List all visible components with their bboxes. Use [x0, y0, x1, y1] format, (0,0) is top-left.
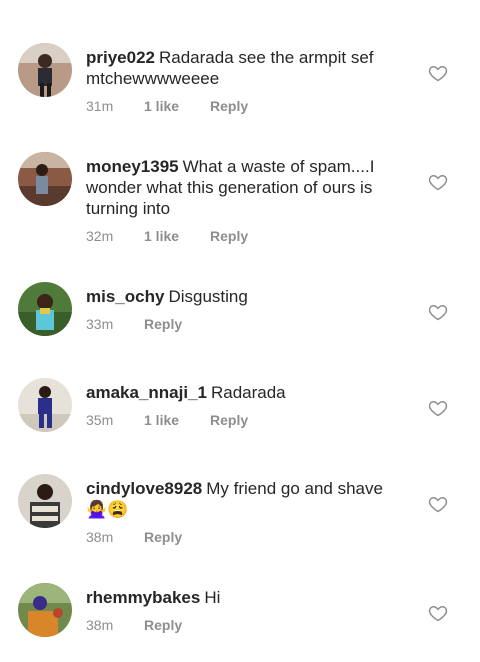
comment-time: 38m: [86, 617, 114, 633]
heart-icon[interactable]: [428, 63, 448, 83]
comment-likes[interactable]: 1 like: [144, 98, 210, 114]
reply-button[interactable]: Reply: [144, 529, 182, 545]
comment-username[interactable]: mis_ochy: [86, 287, 164, 306]
comment-meta: 35m 1 like Reply: [86, 412, 248, 428]
comment-time: 38m: [86, 529, 114, 545]
reply-button[interactable]: Reply: [144, 316, 182, 332]
comment-body: priye022 Radarada see the armpit sef mtch…: [86, 47, 404, 89]
comment-text: Hi: [204, 588, 221, 607]
comment-body: rhemmybakes Hi: [86, 587, 404, 608]
comment-username[interactable]: money1395: [86, 157, 179, 176]
comment-meta: 38m Reply: [86, 617, 182, 633]
comment-time: 35m: [86, 412, 114, 428]
comment-time: 32m: [86, 228, 114, 244]
comment-body: money1395 What a waste of spam....I wonde…: [86, 156, 404, 219]
comment-username[interactable]: amaka_nnaji_1: [86, 383, 207, 402]
comment-likes[interactable]: 1 like: [144, 412, 210, 428]
comment-body: amaka_nnaji_1 Radarada: [86, 382, 404, 403]
comment-time: 31m: [86, 98, 114, 114]
reply-button[interactable]: Reply: [144, 617, 182, 633]
avatar[interactable]: [18, 282, 72, 336]
avatar[interactable]: [18, 474, 72, 528]
avatar[interactable]: [18, 378, 72, 432]
reply-button[interactable]: Reply: [210, 228, 248, 244]
comment-time: 33m: [86, 316, 114, 332]
avatar[interactable]: [18, 583, 72, 637]
reply-button[interactable]: Reply: [210, 412, 248, 428]
heart-icon[interactable]: [428, 494, 448, 514]
heart-icon[interactable]: [428, 302, 448, 322]
comment-text: Disgusting: [168, 287, 248, 306]
comment-username[interactable]: rhemmybakes: [86, 588, 200, 607]
avatar[interactable]: [18, 152, 72, 206]
heart-icon[interactable]: [428, 603, 448, 623]
heart-icon[interactable]: [428, 398, 448, 418]
comment-meta: 31m 1 like Reply: [86, 98, 248, 114]
comment-meta: 33m Reply: [86, 316, 182, 332]
heart-icon[interactable]: [428, 172, 448, 192]
comment-body: cindylove8928 My friend go and shave 🙅‍♀️…: [86, 478, 404, 520]
comment-text: Radarada: [210, 383, 286, 402]
comment-meta: 38m Reply: [86, 529, 182, 545]
avatar[interactable]: [18, 43, 72, 97]
comment-username[interactable]: priye022: [86, 48, 155, 67]
reply-button[interactable]: Reply: [210, 98, 248, 114]
comment-likes[interactable]: 1 like: [144, 228, 210, 244]
comment-meta: 32m 1 like Reply: [86, 228, 248, 244]
comment-body: mis_ochy Disgusting: [86, 286, 404, 307]
comment-username[interactable]: cindylove8928: [86, 479, 202, 498]
